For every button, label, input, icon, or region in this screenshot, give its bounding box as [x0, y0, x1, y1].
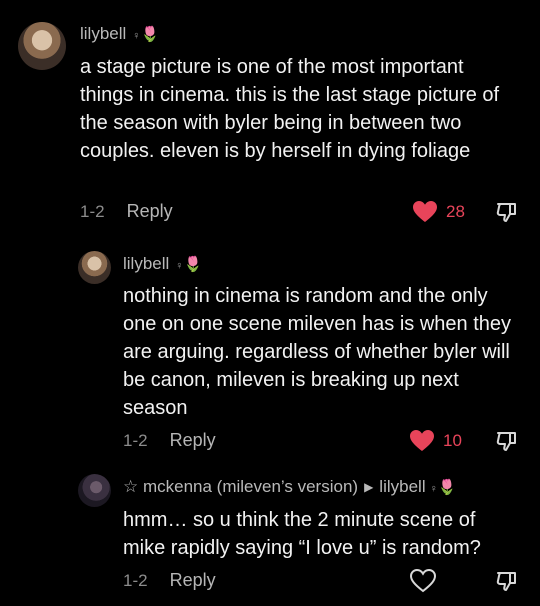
like-button[interactable]: 28 [412, 200, 465, 224]
thumbs-down-icon[interactable] [495, 200, 519, 224]
like-count: 10 [443, 431, 462, 450]
heart-icon [410, 569, 436, 593]
comment-text: nothing in cinema is random and the only… [123, 285, 512, 419]
thumbs-down-icon[interactable] [495, 429, 519, 453]
like-button[interactable]: 10 [409, 429, 462, 453]
like-count: 28 [446, 202, 465, 221]
comment-username-row: lilybell ♀🌷 [80, 24, 159, 44]
triangle-right-icon: ▶ [364, 480, 374, 494]
tulip-emoji-icon: ♀🌷 [175, 255, 203, 273]
reply-button[interactable]: Reply [127, 201, 173, 222]
comment-meta: 1-2 Reply [80, 201, 173, 222]
comment-meta: 1-2 Reply [123, 430, 216, 451]
username[interactable]: ☆ mckenna (mileven’s version) [123, 477, 358, 497]
comment-text: a stage picture is one of the most impor… [80, 56, 500, 162]
username[interactable]: lilybell [123, 254, 169, 274]
comment-date: 1-2 [123, 570, 148, 590]
tulip-emoji-icon: ♀🌷 [132, 25, 160, 43]
heart-icon [409, 429, 435, 453]
comment-username-row: ☆ mckenna (mileven’s version) ▶ lilybell… [123, 477, 457, 497]
avatar[interactable] [18, 22, 66, 70]
reply-button[interactable]: Reply [170, 430, 216, 451]
avatar[interactable] [78, 474, 111, 507]
reply-button[interactable]: Reply [170, 570, 216, 591]
username[interactable]: lilybell [80, 24, 126, 44]
reply-to-username[interactable]: lilybell [379, 477, 425, 497]
like-button[interactable] [410, 569, 436, 593]
comment-date: 1-2 [80, 201, 105, 221]
comment-username-row: lilybell ♀🌷 [123, 254, 202, 274]
comment-text: hmm… so u think the 2 minute scene of mi… [123, 509, 481, 559]
heart-icon [412, 200, 438, 224]
comment-date: 1-2 [123, 430, 148, 450]
thumbs-down-icon[interactable] [495, 569, 519, 593]
tulip-emoji-icon: ♀🌷 [429, 478, 457, 496]
comment-meta: 1-2 Reply [123, 570, 216, 591]
avatar[interactable] [78, 251, 111, 284]
